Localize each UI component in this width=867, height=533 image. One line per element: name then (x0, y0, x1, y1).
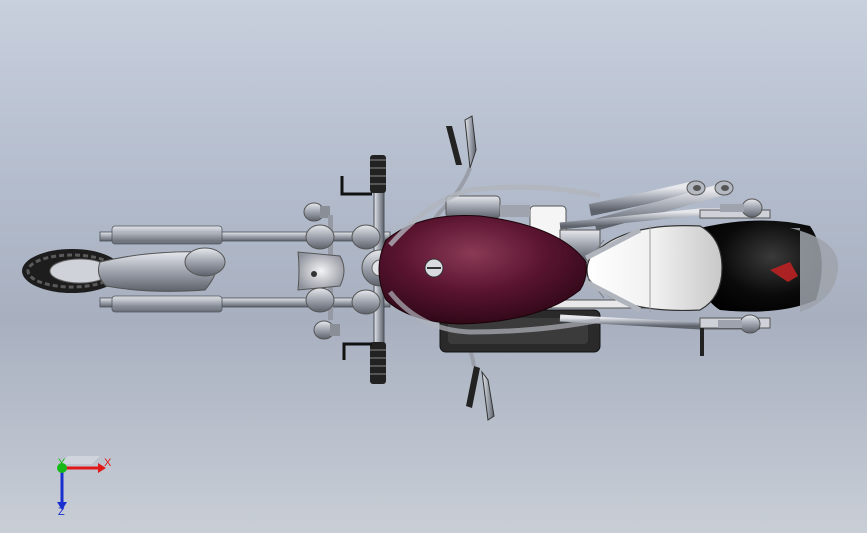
motorcycle-model[interactable] (0, 0, 867, 533)
z-axis-label: Z (58, 506, 65, 518)
coordinate-triad: X Y Z (40, 448, 120, 518)
headlamp (297, 251, 345, 291)
seat (581, 225, 723, 312)
x-axis-label: X (104, 457, 112, 469)
y-axis-label: Y (58, 457, 66, 469)
graphics-viewport[interactable]: X Y Z (0, 0, 867, 533)
